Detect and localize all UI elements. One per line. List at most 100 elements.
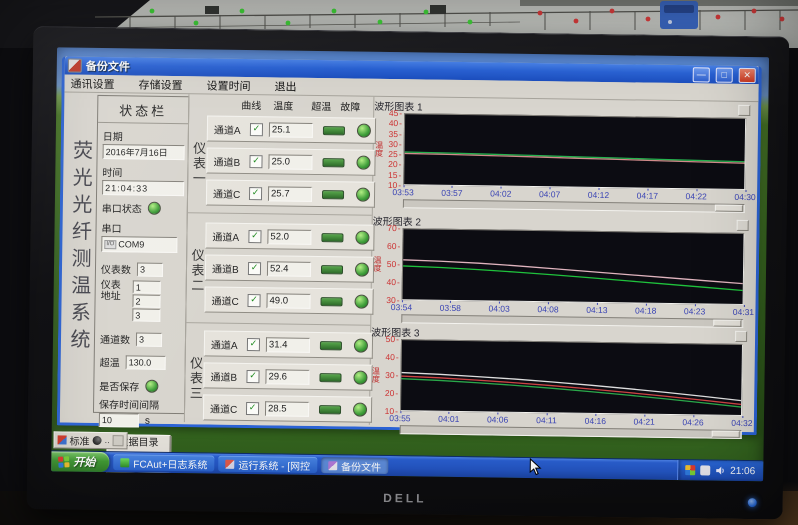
taskbar-item-label: 备份文件 [341, 458, 381, 474]
chart-corner-button[interactable] [735, 330, 747, 341]
tray-app-icon[interactable] [685, 465, 695, 475]
x-tick-label: 03:53 [392, 187, 413, 197]
curve-checkbox[interactable]: ✓ [250, 123, 263, 136]
log-system-icon [120, 458, 129, 467]
save-interval-field[interactable]: 10 [99, 413, 139, 428]
instrument-1-name: 仪表一 [190, 115, 207, 211]
backup-file-icon [328, 461, 337, 470]
chart-corner-button[interactable] [737, 219, 749, 230]
temperature-field[interactable]: 52.4 [267, 261, 311, 277]
taskbar-item-backup-file[interactable]: 备份文件 [321, 457, 388, 474]
temperature-field[interactable]: 28.5 [265, 401, 309, 417]
time-field[interactable]: 21:04:33 [102, 180, 184, 196]
temperature-field[interactable]: 49.0 [266, 293, 310, 309]
overtemp-led [323, 126, 345, 135]
x-tick-label: 04:18 [635, 305, 656, 315]
channel-headers: 曲线 温度 超温 故障 [189, 96, 373, 112]
plot-area [400, 339, 743, 416]
meter-addr-1[interactable]: 1 [133, 280, 161, 293]
x-tick-label: 04:21 [633, 416, 654, 426]
meter-count-field[interactable]: 3 [137, 262, 163, 276]
taskbar: 开始 FCAut+日志系统 运行系统 - [网控 备份文件 [51, 450, 763, 481]
channel-label: 通道C [211, 292, 247, 308]
volume-icon[interactable] [715, 466, 725, 476]
curve-checkbox[interactable]: ✓ [249, 155, 262, 168]
waveform-chart-1: 波形图表 1 温度 4540353025201510 03:5303:5704 [373, 99, 752, 213]
monitor: 备份文件 — □ ✕ 通讯设置 存储设置 设置时间 退出 荧光光纤测温系统 状态… [27, 26, 790, 520]
fault-led [355, 231, 369, 245]
x-tick-label: 03:58 [440, 303, 461, 313]
scrollbar-thumb[interactable] [715, 205, 743, 212]
menu-item-exit[interactable]: 退出 [274, 78, 296, 94]
ime-dots-icon[interactable]: ‥ [105, 436, 110, 445]
meter-addr-3[interactable]: 3 [132, 308, 160, 321]
header-fault: 故障 [340, 98, 360, 113]
temperature-field[interactable]: 25.0 [268, 154, 312, 170]
curve-checkbox[interactable]: ✓ [246, 370, 259, 383]
ime-moon-icon[interactable] [93, 436, 102, 445]
temperature-field[interactable]: 29.6 [265, 369, 309, 385]
x-tick-label: 04:11 [536, 415, 557, 425]
chart-corner-button[interactable] [738, 104, 750, 115]
close-button[interactable]: ✕ [739, 67, 756, 82]
overtemp-limit-field[interactable]: 130.0 [126, 355, 166, 370]
curve-checkbox[interactable]: ✓ [247, 338, 260, 351]
fault-led [353, 403, 367, 417]
overtemp-led [320, 341, 342, 350]
y-tick-label: 40 [385, 352, 398, 362]
fault-led [356, 156, 370, 170]
y-tick-label: 45 [389, 108, 402, 118]
scrollbar-thumb[interactable] [713, 320, 741, 327]
x-tick-label: 04:26 [682, 417, 703, 427]
header-temperature: 温度 [273, 97, 293, 112]
time-label: 时间 [102, 164, 187, 180]
y-tick-label: 50 [387, 259, 400, 269]
channel-label: 通道B [212, 260, 248, 276]
curve-checkbox[interactable]: ✓ [249, 187, 262, 200]
channel-row: 通道B ✓ 25.0 [206, 147, 375, 175]
channel-row: 通道B ✓ 29.6 [203, 362, 372, 390]
taskbar-item-run-system[interactable]: 运行系统 - [网控 [218, 456, 317, 473]
temperature-field[interactable]: 25.1 [269, 122, 313, 138]
channel-label: 通道A [212, 228, 248, 244]
tray-ime-icon[interactable] [700, 465, 710, 475]
menu-item-storage-settings[interactable]: 存储设置 [138, 76, 182, 93]
curve-checkbox[interactable]: ✓ [248, 262, 261, 275]
ime-language-bar[interactable]: 标准 ‥ [53, 431, 128, 449]
taskbar-item-log-system[interactable]: FCAut+日志系统 [113, 454, 214, 471]
mouse-cursor [529, 458, 542, 476]
instrument-2-name: 仪表二 [188, 222, 205, 318]
overtemp-led [322, 190, 344, 199]
channel-count-field[interactable]: 3 [136, 332, 162, 346]
scrollbar-thumb[interactable] [712, 431, 740, 438]
start-button[interactable]: 开始 [51, 451, 109, 472]
y-axis-ticks: 5040302010 [380, 339, 401, 411]
date-field[interactable]: 2016年7月16日 [103, 144, 185, 160]
minimize-button[interactable]: — [693, 67, 710, 82]
menu-item-comm-settings[interactable]: 通讯设置 [70, 75, 114, 92]
temperature-field[interactable]: 25.7 [268, 186, 312, 202]
instrument-group-1: 仪表一 通道A ✓ 25.1 通道B [190, 115, 369, 213]
temperature-field[interactable]: 52.0 [267, 229, 311, 245]
meter-addr-2[interactable]: 2 [132, 294, 160, 307]
fault-led [355, 263, 369, 277]
temperature-field[interactable]: 31.4 [266, 337, 310, 353]
maximize-button[interactable]: □ [716, 67, 733, 82]
y-tick-label: 40 [389, 118, 402, 128]
channel-count-label: 通道数 [100, 331, 130, 346]
channel-label: 通道C [213, 185, 249, 201]
channel-label: 通道B [210, 368, 246, 384]
y-tick-label: 20 [388, 159, 401, 169]
channel-row: 通道A ✓ 52.0 [205, 222, 374, 250]
menu-item-set-time[interactable]: 设置时间 [206, 77, 250, 94]
visa-io-icon: I/O [104, 240, 116, 249]
meter-count-label: 仪表数 [101, 261, 131, 276]
curve-checkbox[interactable]: ✓ [246, 402, 259, 415]
ime-options-icon[interactable] [113, 435, 124, 446]
series-line [405, 153, 745, 163]
curve-checkbox[interactable]: ✓ [248, 230, 261, 243]
save-enable-label: 是否保存 [99, 378, 139, 394]
serial-port-combo[interactable]: I/O COM9 [101, 236, 177, 253]
x-tick-label: 04:16 [585, 416, 606, 426]
curve-checkbox[interactable]: ✓ [247, 294, 260, 307]
